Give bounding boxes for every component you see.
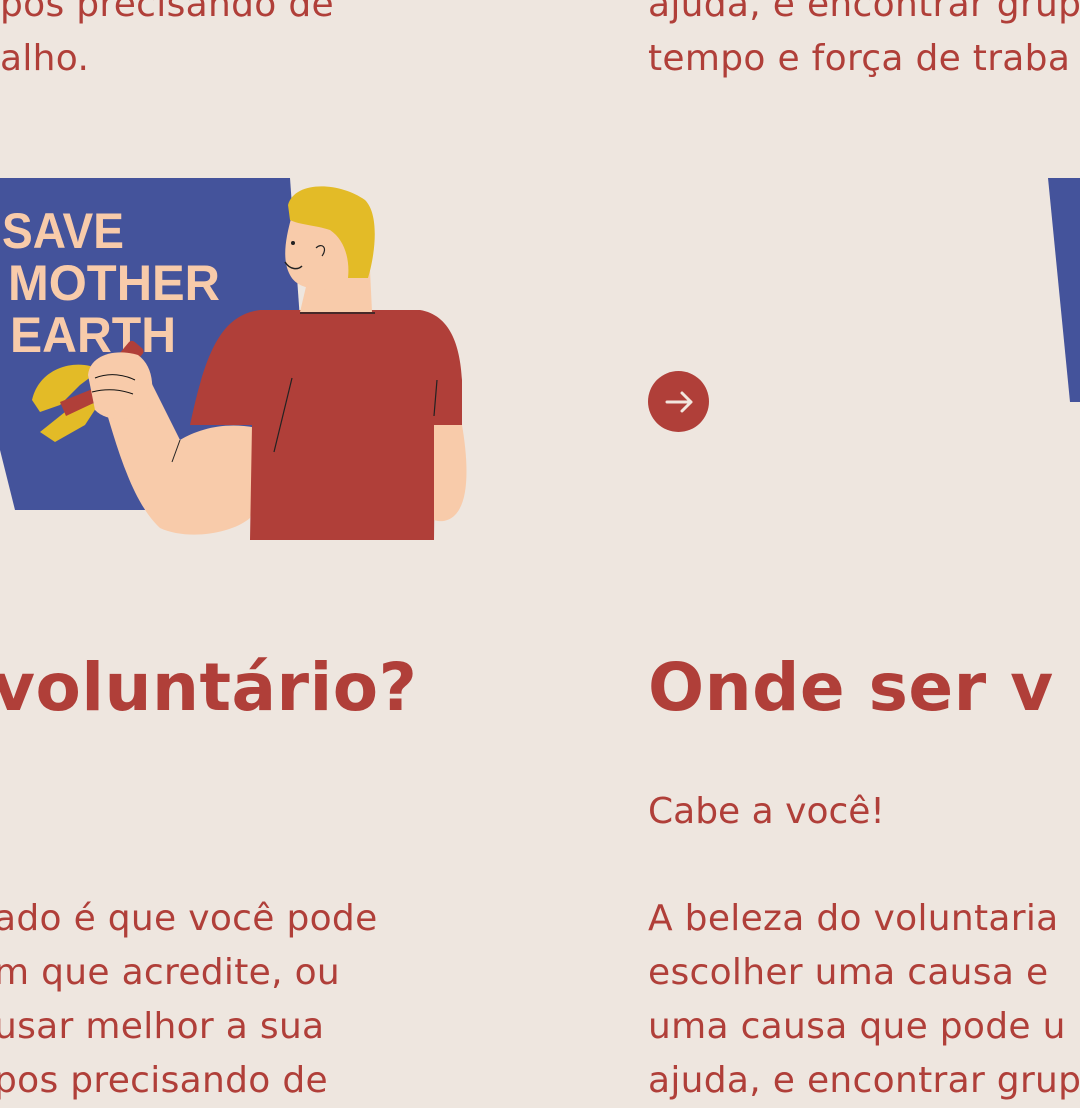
left-heading: voluntário? (0, 649, 418, 726)
left-body-line: pos precisando de (0, 1060, 328, 1101)
right-top-line: ajuda, e encontrar grup (648, 0, 1080, 25)
right-body-line: A beleza do voluntaria (648, 898, 1059, 939)
left-body-line: ado é que você pode (0, 898, 378, 939)
left-body-line: usar melhor a sua (0, 1006, 325, 1047)
right-body-line: escolher uma causa e (648, 952, 1049, 993)
poster-line-2: MOTHER (8, 255, 220, 311)
arrow-right-icon (665, 391, 692, 412)
next-slide-button[interactable] (648, 371, 709, 432)
right-heading: Onde ser v (648, 649, 1054, 726)
left-body-line: m que acredite, ou (0, 952, 341, 993)
left-top-line-2: alho. (0, 38, 90, 79)
right-top-line-2: tempo e força de traba (648, 38, 1071, 79)
left-top-line: pos precisando de (0, 0, 334, 25)
right-subheading: Cabe a você! (648, 791, 885, 832)
poster-line-3: EARTH (10, 307, 176, 363)
right-body-line: uma causa que pode u (648, 1006, 1066, 1047)
next-slide-poster (1048, 178, 1080, 402)
volunteer-illustration: SAVE MOTHER EARTH (0, 178, 467, 540)
right-body-line: ajuda, e encontrar grup (648, 1060, 1080, 1101)
poster-line-1: SAVE (2, 203, 124, 259)
